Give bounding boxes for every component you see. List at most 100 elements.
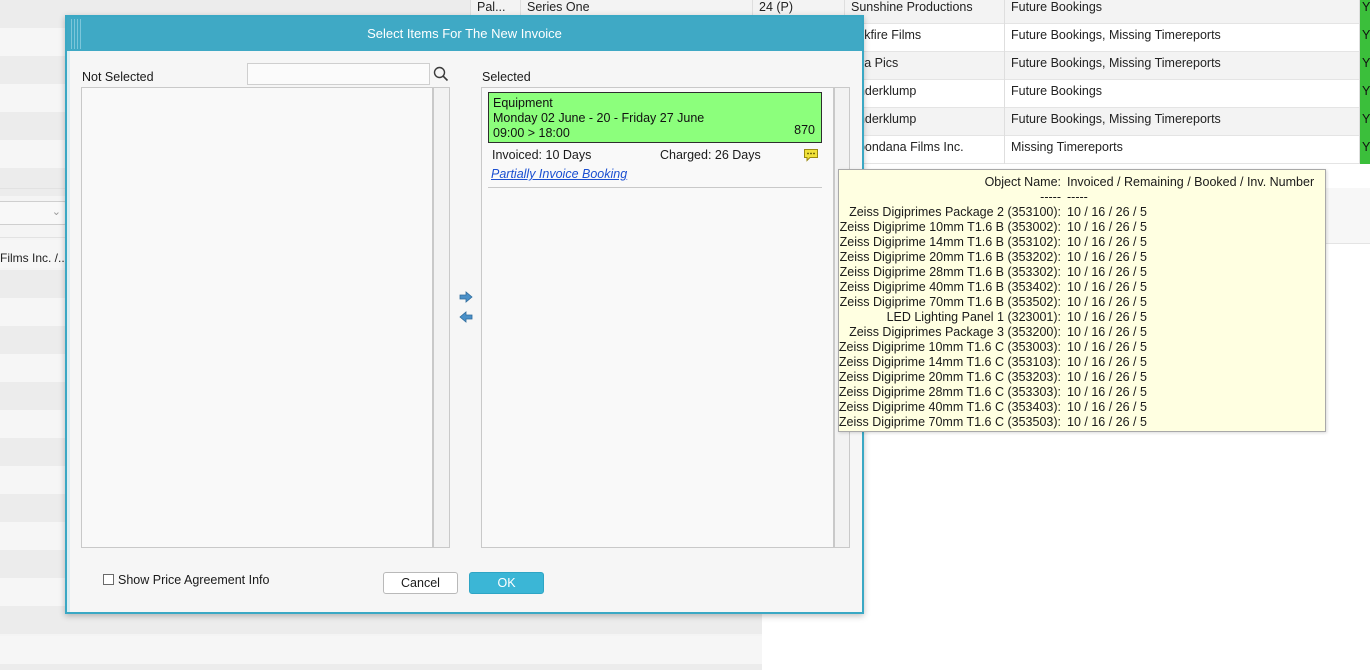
table-cell-status: Future Bookings, Missing Timereports — [1004, 24, 1359, 52]
comment-icon[interactable] — [803, 148, 819, 162]
cancel-button[interactable]: Cancel — [383, 572, 458, 594]
tooltip-item-value: 10 / 16 / 26 / 5 — [1067, 235, 1147, 249]
tooltip-item-row: Zeiss Digiprime 70mm T1.6 C (353503): 10 … — [839, 415, 1325, 430]
table-cell-status: Future Bookings, Missing Timereports — [1004, 52, 1359, 80]
tooltip-item-value: 10 / 16 / 26 / 5 — [1067, 385, 1147, 399]
not-selected-label: Not Selected — [82, 70, 154, 84]
tooltip-item-name: Zeiss Digiprime 20mm T1.6 C (353203): — [838, 370, 1061, 384]
tooltip-separator-name: ----- — [1040, 190, 1061, 204]
status-flag: Y — [1359, 108, 1370, 136]
tooltip-separator-value: ----- — [1067, 190, 1088, 204]
table-cell-status: Future Bookings — [1004, 0, 1359, 24]
tooltip-item-value: 10 / 16 / 26 / 5 — [1067, 250, 1147, 264]
booking-number: 870 — [794, 123, 815, 137]
tooltip-item-value: 10 / 16 / 26 / 5 — [1067, 370, 1147, 384]
tooltip-item-value: 10 / 16 / 26 / 5 — [1067, 415, 1147, 429]
dialog-frame — [67, 51, 70, 612]
status-flag: Y — [1359, 80, 1370, 108]
tooltip-item-row: Zeiss Digiprime 40mm T1.6 C (353403): 10 … — [839, 400, 1325, 415]
tooltip-item-row: Zeiss Digiprime 14mm T1.6 B (353102): 10 … — [839, 235, 1325, 250]
tooltip-item-value: 10 / 16 / 26 / 5 — [1067, 400, 1147, 414]
tooltip-item-name: Zeiss Digiprime 70mm T1.6 B (353502): — [839, 295, 1061, 309]
tooltip-item-row: Zeiss Digiprime 20mm T1.6 C (353203): 10 … — [839, 370, 1325, 385]
tooltip-item-row: Zeiss Digiprime 20mm T1.6 B (353202): 10 … — [839, 250, 1325, 265]
tooltip-item-row: LED Lighting Panel 1 (323001): 10 / 16 / … — [839, 310, 1325, 325]
arrow-left-icon[interactable] — [458, 310, 474, 324]
tooltip-item-value: 10 / 16 / 26 / 5 — [1067, 295, 1147, 309]
table-cell-company: aya Pics — [844, 52, 1004, 80]
tooltip-item-name: Zeiss Digiprime 40mm T1.6 B (353402): — [839, 280, 1061, 294]
tooltip-item-value: 10 / 16 / 26 / 5 — [1067, 325, 1147, 339]
tooltip-item-name: Zeiss Digiprime 28mm T1.6 B (353302): — [839, 265, 1061, 279]
tooltip-item-name: Zeiss Digiprime 70mm T1.6 C (353503): — [838, 415, 1061, 429]
tooltip-item-value: 10 / 16 / 26 / 5 — [1067, 280, 1147, 294]
table-cell-status: Future Bookings — [1004, 80, 1359, 108]
background-dropdown[interactable]: ⌄ — [0, 201, 68, 225]
status-flag: Y — [1359, 52, 1370, 80]
divider — [488, 187, 822, 188]
tooltip-separator: ----- ----- — [839, 190, 1325, 205]
tooltip-item-row: Zeiss Digiprimes Package 2 (353100): 10 /… — [839, 205, 1325, 220]
tooltip-item-value: 10 / 16 / 26 / 5 — [1067, 265, 1147, 279]
tooltip-item-row: Zeiss Digiprime 40mm T1.6 B (353402): 10 … — [839, 280, 1325, 295]
not-selected-list[interactable] — [81, 87, 433, 548]
tooltip-item-name: Zeiss Digiprimes Package 3 (353200): — [849, 325, 1061, 339]
invoice-items-dialog: Select Items For The New Invoice Not Sel… — [65, 15, 864, 614]
status-flag: Y — [1359, 136, 1370, 164]
show-price-agreement-label[interactable]: Show Price Agreement Info — [118, 573, 269, 587]
table-cell-company: underklump — [844, 80, 1004, 108]
charged-days: Charged: 26 Days — [660, 148, 761, 162]
table-cell-status: Future Bookings, Missing Timereports — [1004, 108, 1359, 136]
tooltip-item-value: 10 / 16 / 26 / 5 — [1067, 355, 1147, 369]
status-flag: Y — [1359, 0, 1370, 24]
tooltip-item-name: Zeiss Digiprime 20mm T1.6 B (353202): — [839, 250, 1061, 264]
dialog-titlebar[interactable]: Select Items For The New Invoice — [67, 17, 862, 51]
tooltip-item-name: Zeiss Digiprimes Package 2 (353100): — [849, 205, 1061, 219]
chevron-down-icon: ⌄ — [51, 206, 61, 218]
search-input[interactable] — [247, 63, 430, 85]
tooltip-item-row: Zeiss Digiprime 10mm T1.6 C (353003): 10 … — [839, 340, 1325, 355]
booking-dates: Monday 02 June - 20 - Friday 27 June — [493, 111, 705, 125]
table-cell-company: apondana Films Inc. — [844, 136, 1004, 164]
tooltip-item-name: Zeiss Digiprime 10mm T1.6 C (353003): — [838, 340, 1061, 354]
tooltip-item-row: Zeiss Digiprime 14mm T1.6 C (353103): 10 … — [839, 355, 1325, 370]
not-selected-scrollbar[interactable] — [433, 87, 450, 548]
status-flag: Y — [1359, 24, 1370, 52]
invoiced-days: Invoiced: 10 Days — [492, 148, 592, 162]
booking-title: Equipment — [493, 96, 553, 110]
tooltip-item-row: Zeiss Digiprime 28mm T1.6 C (353303): 10 … — [839, 385, 1325, 400]
partially-invoice-booking-link[interactable]: Partially Invoice Booking — [491, 167, 627, 181]
show-price-agreement-checkbox[interactable] — [103, 574, 114, 585]
tooltip-header-name: Object Name: — [984, 175, 1061, 189]
tooltip-item-row: Zeiss Digiprime 70mm T1.6 B (353502): 10 … — [839, 295, 1325, 310]
dialog-title: Select Items For The New Invoice — [367, 26, 562, 41]
tooltip-item-name: Zeiss Digiprime 40mm T1.6 C (353403): — [838, 400, 1061, 414]
table-cell-company: ackfire Films — [844, 24, 1004, 52]
table-cell-company: Sunshine Productions — [844, 0, 1004, 24]
arrow-right-icon[interactable] — [458, 290, 474, 304]
tooltip-item-name: Zeiss Digiprime 28mm T1.6 C (353303): — [838, 385, 1061, 399]
tooltip-item-value: 10 / 16 / 26 / 5 — [1067, 310, 1147, 324]
tooltip-item-name: Zeiss Digiprime 10mm T1.6 B (353002): — [839, 220, 1061, 234]
bg-row — [0, 664, 762, 670]
tooltip-item-row: Zeiss Digiprimes Package 3 (353200): 10 /… — [839, 325, 1325, 340]
search-icon[interactable] — [431, 63, 451, 85]
tooltip-item-value: 10 / 16 / 26 / 5 — [1067, 340, 1147, 354]
booking-time: 09:00 > 18:00 — [493, 126, 570, 140]
table-cell-company: underklump — [844, 108, 1004, 136]
bg-row — [0, 636, 762, 664]
table-cell-status: Missing Timereports — [1004, 136, 1359, 164]
tooltip-item-name: LED Lighting Panel 1 (323001): — [886, 310, 1061, 324]
selected-label: Selected — [482, 70, 531, 84]
background-clipped-text: Films Inc. /.. — [0, 251, 65, 265]
tooltip-item-name: Zeiss Digiprime 14mm T1.6 B (353102): — [839, 235, 1061, 249]
invoice-summary-tooltip: Object Name: Invoiced / Remaining / Book… — [838, 169, 1326, 432]
tooltip-item-row: Zeiss Digiprime 28mm T1.6 B (353302): 10 … — [839, 265, 1325, 280]
tooltip-item-value: 10 / 16 / 26 / 5 — [1067, 205, 1147, 219]
booking-card-equipment[interactable]: Equipment Monday 02 June - 20 - Friday 2… — [488, 92, 822, 143]
tooltip-item-row: Zeiss Digiprime 10mm T1.6 B (353002): 10 … — [839, 220, 1325, 235]
tooltip-header-value: Invoiced / Remaining / Booked / Inv. Num… — [1067, 175, 1315, 189]
tooltip-item-name: Zeiss Digiprime 14mm T1.6 C (353103): — [838, 355, 1061, 369]
ok-button[interactable]: OK — [469, 572, 544, 594]
tooltip-item-value: 10 / 16 / 26 / 5 — [1067, 220, 1147, 234]
